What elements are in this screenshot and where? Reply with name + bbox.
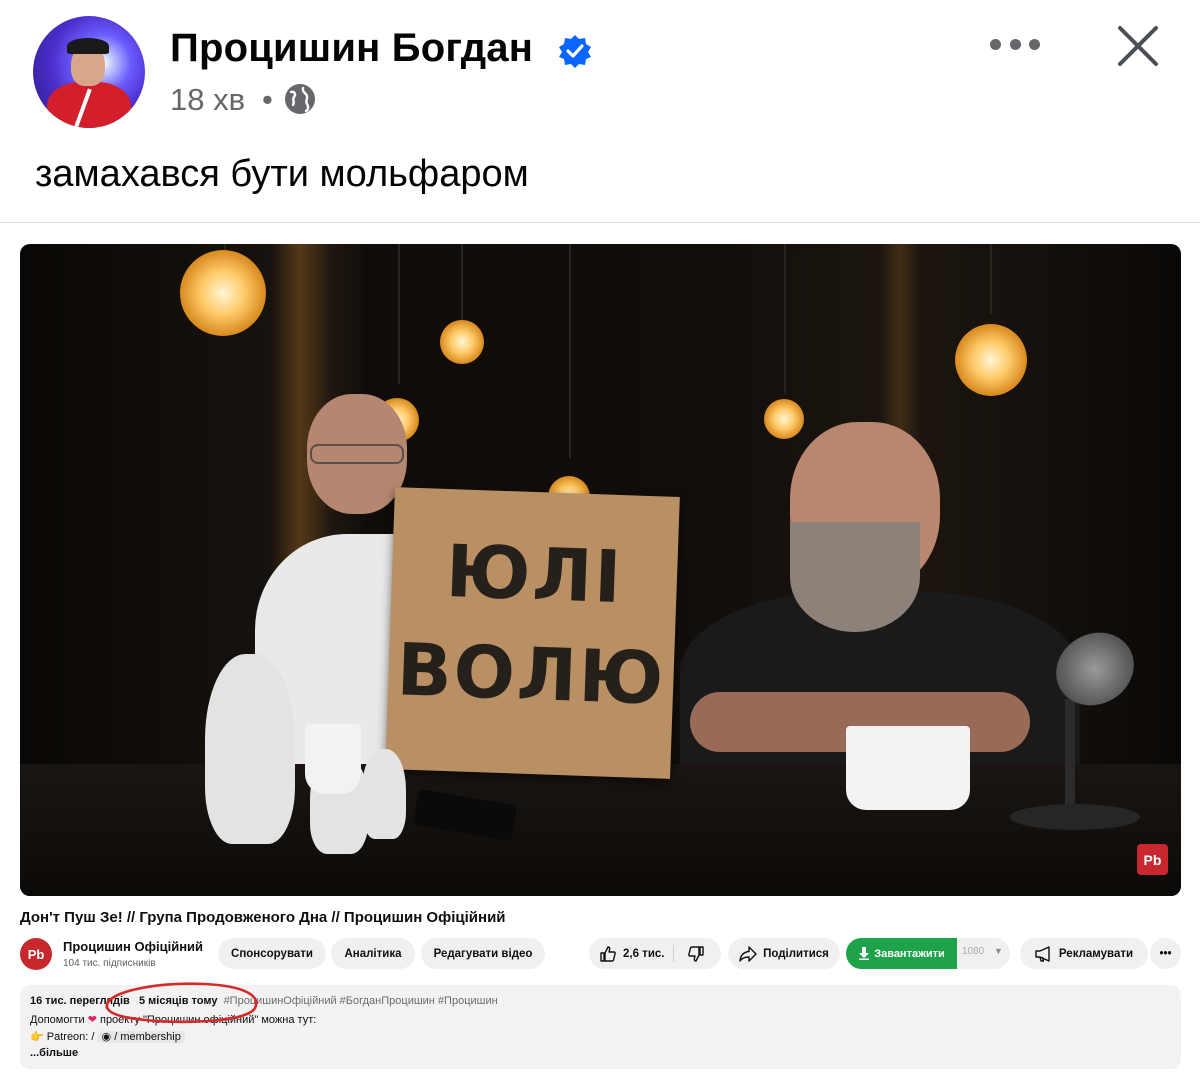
support-prefix: Допомогти — [30, 1014, 85, 1026]
author-avatar[interactable] — [33, 16, 145, 128]
thumbs-down-icon[interactable] — [687, 945, 705, 963]
sponsor-button[interactable]: Спонсорувати — [218, 938, 326, 969]
share-label: Поділитися — [763, 947, 829, 960]
bulb-cord — [990, 244, 992, 314]
download-quality[interactable]: 1080 — [962, 946, 984, 957]
show-more-link[interactable]: ...більше — [30, 1047, 78, 1059]
megaphone-icon — [1035, 945, 1050, 962]
globe-icon — [285, 84, 315, 114]
close-icon[interactable] — [1114, 22, 1162, 70]
channel-name[interactable]: Процишин Офіційний — [63, 939, 203, 954]
share-icon — [739, 945, 757, 962]
more-dot — [990, 38, 1001, 50]
download-button[interactable]: Завантажити 1080 ▼ — [846, 938, 1010, 969]
light-bulb — [955, 324, 1027, 396]
bulb-cord — [461, 244, 463, 324]
cardboard-sign: ЮЛІ ВОЛЮ — [385, 487, 680, 779]
description-links: 👉 Patreon: / ◉ / membership — [30, 1030, 185, 1043]
more-dot — [1029, 38, 1040, 50]
host-left-glasses — [310, 444, 404, 464]
download-action[interactable]: Завантажити — [846, 938, 957, 969]
author-name[interactable]: Процишин Богдан — [170, 26, 533, 71]
post-text: замахався бути мольфаром — [35, 153, 529, 195]
post-divider — [0, 222, 1200, 223]
channel-avatar[interactable]: Pb — [20, 938, 52, 970]
more-dot — [1009, 38, 1021, 50]
patreon-link[interactable]: Patreon: / — [47, 1031, 95, 1043]
verified-badge-icon — [559, 35, 591, 68]
video-title[interactable]: Дон'т Пуш Зе! // Група Продовженого Дна … — [20, 909, 506, 926]
edit-video-button[interactable]: Редагувати відео — [421, 938, 545, 969]
more-actions-button[interactable]: ••• — [1150, 938, 1181, 969]
download-arrow-icon — [859, 947, 870, 960]
post-header: Процишин Богдан 18 хв • — [0, 0, 1200, 140]
post-time[interactable]: 18 хв — [170, 82, 245, 118]
membership-link[interactable]: ◉ / membership — [97, 1031, 185, 1043]
promote-label: Рекламувати — [1058, 947, 1134, 960]
like-count: 2,6 тис. — [623, 947, 665, 960]
like-separator — [673, 945, 674, 962]
membership-label: / membership — [114, 1031, 181, 1043]
bust-statue — [362, 749, 406, 839]
bulb-cord — [569, 244, 571, 459]
avatar-cap — [67, 38, 109, 54]
more-options-icon[interactable] — [990, 30, 1040, 58]
analytics-button[interactable]: Аналітика — [331, 938, 415, 969]
download-label: Завантажити — [874, 947, 945, 960]
channel-watermark: Pb — [1137, 844, 1168, 875]
mic-base — [1010, 804, 1140, 830]
chevron-down-icon[interactable]: ▼ — [994, 946, 1003, 956]
red-annotation-ellipse — [105, 982, 258, 1024]
mug — [846, 726, 970, 810]
mug — [305, 724, 361, 794]
bulb-cord — [784, 244, 786, 394]
sign-text-line2: ВОЛЮ — [395, 627, 667, 721]
sign-text-line1: ЮЛІ — [444, 528, 625, 620]
video-thumbnail[interactable]: ЮЛІ ВОЛЮ Pb — [20, 244, 1181, 896]
youtube-logo-icon: ◉ — [101, 1031, 112, 1043]
share-button[interactable]: Поділитися — [728, 938, 840, 969]
bulb-cord — [398, 244, 400, 384]
thumbs-up-icon — [600, 945, 616, 962]
mic-stand — [1065, 699, 1075, 819]
host-right-beard — [790, 522, 920, 632]
hashtags[interactable]: #ПроцишинОфіційний #БогданПроцишин #Проц… — [224, 995, 498, 1007]
pointing-hand-icon: 👉 — [30, 1031, 44, 1043]
bust-statue — [205, 654, 295, 844]
subscriber-count: 104 тис. підписників — [63, 958, 156, 969]
light-bulb — [180, 250, 266, 336]
like-button[interactable]: 2,6 тис. — [589, 938, 721, 969]
time-separator: • — [262, 82, 273, 117]
light-bulb — [440, 320, 484, 364]
desk — [20, 764, 1181, 896]
promote-button[interactable]: Рекламувати — [1020, 938, 1148, 969]
